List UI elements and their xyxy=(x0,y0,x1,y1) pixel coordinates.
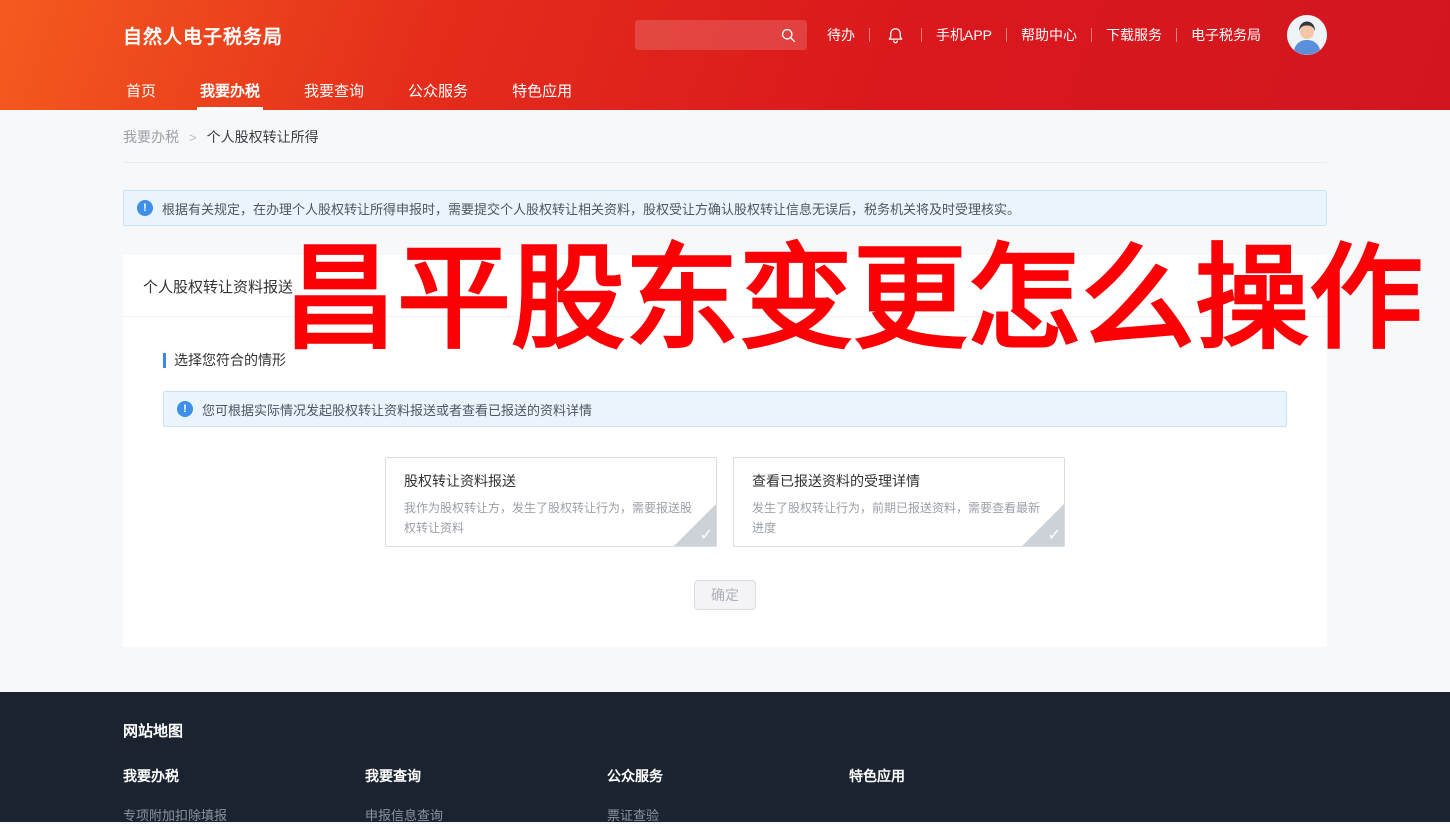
footer-column-title: 特色应用 xyxy=(849,766,1091,786)
option-title: 股权转让资料报送 xyxy=(404,471,698,491)
download-service-link[interactable]: 下载服务 xyxy=(1092,25,1176,45)
notice-banner: ! 根据有关规定，在办理个人股权转让所得申报时，需要提交个人股权转让相关资料，股… xyxy=(123,190,1327,226)
app-header: 自然人电子税务局 待办 手机APP xyxy=(0,0,1450,110)
main-nav: 首页 我要办税 我要查询 公众服务 特色应用 xyxy=(123,70,1327,110)
footer-column-public-services: 公众服务 票证查验 xyxy=(607,766,849,824)
confirm-button[interactable]: 确定 xyxy=(694,580,756,610)
footer-column-title: 公众服务 xyxy=(607,766,849,786)
search-box[interactable] xyxy=(635,20,807,50)
breadcrumb: 我要办税 > 个人股权转让所得 xyxy=(123,110,1327,163)
breadcrumb-current: 个人股权转让所得 xyxy=(207,127,319,147)
todo-link[interactable]: 待办 xyxy=(813,25,869,45)
search-input[interactable] xyxy=(645,28,780,43)
section-label-text: 选择您符合的情形 xyxy=(174,350,286,370)
footer-column-tax-handling: 我要办税 专项附加扣除填报 xyxy=(123,766,365,824)
option-description: 我作为股权转让方，发生了股权转让行为，需要报送股权转让资料 xyxy=(404,498,698,539)
footer-column-query: 我要查询 申报信息查询 xyxy=(365,766,607,824)
main-panel: 个人股权转让资料报送 选择您符合的情形 ! 您可根据实际情况发起股权转让资料报送… xyxy=(123,255,1327,647)
nav-item-query[interactable]: 我要查询 xyxy=(301,70,367,110)
help-center-link[interactable]: 帮助中心 xyxy=(1007,25,1091,45)
info-icon: ! xyxy=(177,401,193,417)
page-footer: 网站地图 我要办税 专项附加扣除填报 我要查询 申报信息查询 公众服务 票证查验… xyxy=(0,692,1450,822)
section-bar-icon xyxy=(163,353,166,368)
nav-item-public-services[interactable]: 公众服务 xyxy=(405,70,471,110)
nav-item-home[interactable]: 首页 xyxy=(123,70,159,110)
avatar-image xyxy=(1287,15,1327,55)
check-icon: ✓ xyxy=(1048,525,1061,545)
hint-banner: ! 您可根据实际情况发起股权转让资料报送或者查看已报送的资料详情 xyxy=(163,391,1287,427)
bell-icon xyxy=(886,26,905,45)
notice-text: 根据有关规定，在办理个人股权转让所得申报时，需要提交个人股权转让相关资料，股权受… xyxy=(162,199,1020,218)
option-card-view-progress[interactable]: 查看已报送资料的受理详情 发生了股权转让行为，前期已报送资料，需要查看最新进度 … xyxy=(733,457,1065,547)
footer-column-featured-apps: 特色应用 xyxy=(849,766,1091,824)
panel-title: 个人股权转让资料报送 xyxy=(123,255,1327,317)
etax-bureau-link[interactable]: 电子税务局 xyxy=(1177,25,1275,45)
sitemap-heading: 网站地图 xyxy=(123,720,1327,741)
nav-item-tax-handling[interactable]: 我要办税 xyxy=(197,70,263,110)
option-card-submit-materials[interactable]: 股权转让资料报送 我作为股权转让方，发生了股权转让行为，需要报送股权转让资料 ✓ xyxy=(385,457,717,547)
header-menu: 待办 手机APP 帮助中心 下载服务 电子税务局 xyxy=(813,15,1327,55)
footer-column-title: 我要查询 xyxy=(365,766,607,786)
breadcrumb-parent[interactable]: 我要办税 xyxy=(123,127,179,147)
hint-text: 您可根据实际情况发起股权转让资料报送或者查看已报送的资料详情 xyxy=(202,400,592,419)
footer-column-title: 我要办税 xyxy=(123,766,365,786)
option-title: 查看已报送资料的受理详情 xyxy=(752,471,1046,491)
nav-item-featured-apps[interactable]: 特色应用 xyxy=(509,70,575,110)
chevron-right-icon: > xyxy=(189,130,197,145)
search-icon xyxy=(780,27,797,44)
info-icon: ! xyxy=(137,200,153,216)
option-cards: 股权转让资料报送 我作为股权转让方，发生了股权转让行为，需要报送股权转让资料 ✓… xyxy=(163,457,1287,547)
check-icon: ✓ xyxy=(700,525,713,545)
user-avatar[interactable] xyxy=(1287,15,1327,55)
section-label: 选择您符合的情形 xyxy=(163,350,1287,370)
app-logo: 自然人电子税务局 xyxy=(123,22,283,49)
option-description: 发生了股权转让行为，前期已报送资料，需要查看最新进度 xyxy=(752,498,1046,539)
notifications-bell[interactable] xyxy=(870,26,921,45)
mobile-app-link[interactable]: 手机APP xyxy=(922,25,1006,45)
